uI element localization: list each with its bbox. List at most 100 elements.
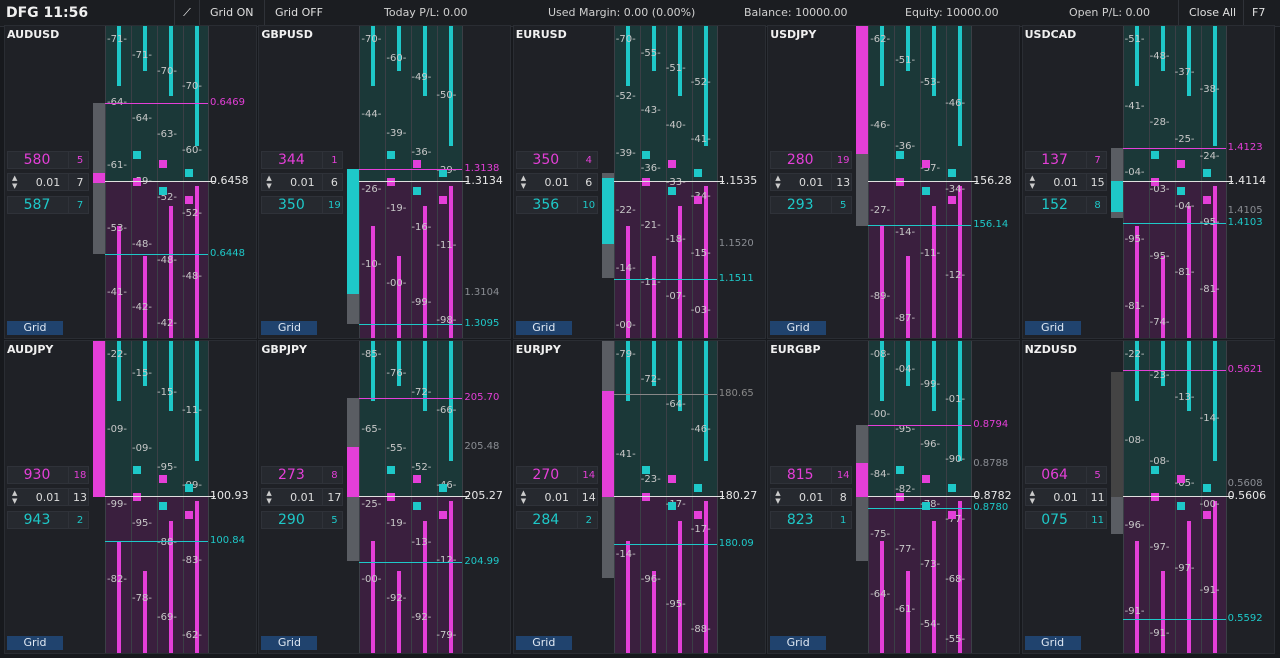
order-marker[interactable] [413,187,422,195]
up-down-arrows-icon[interactable]: ▲ ▼ [1030,489,1035,505]
order-marker[interactable] [948,511,957,519]
order-marker[interactable] [1202,484,1211,492]
order-marker[interactable] [159,160,167,168]
sell-button[interactable]: 344 1 [261,151,344,169]
lot-stepper[interactable]: ▲ ▼ 0.01 13 [770,173,853,191]
order-marker[interactable] [1202,169,1211,177]
order-marker[interactable] [693,484,702,492]
order-marker[interactable] [693,511,702,519]
buy-button[interactable]: 075 11 [1024,511,1107,529]
up-down-arrows-icon[interactable]: ▲ ▼ [266,489,271,505]
lot-stepper[interactable]: ▲ ▼ 0.01 6 [515,173,598,191]
order-marker[interactable] [159,187,167,195]
lot-stepper[interactable]: ▲ ▼ 0.01 7 [7,173,89,191]
sell-button[interactable]: 137 7 [1024,151,1107,169]
lot-stepper[interactable]: ▲ ▼ 0.01 17 [261,488,344,506]
order-marker[interactable] [133,151,141,159]
order-marker[interactable] [439,511,448,519]
buy-button[interactable]: 290 5 [261,511,344,529]
order-marker[interactable] [185,169,193,177]
order-marker[interactable] [922,187,931,195]
buy-button[interactable]: 293 5 [770,196,853,214]
order-marker[interactable] [159,475,167,483]
order-marker[interactable] [641,493,650,501]
order-marker[interactable] [1202,196,1211,204]
grid-button[interactable]: Grid [261,321,318,335]
order-marker[interactable] [667,160,676,168]
order-marker[interactable] [641,151,650,159]
order-marker[interactable] [413,160,422,168]
order-marker[interactable] [185,196,193,204]
order-marker[interactable] [1176,502,1185,510]
order-marker[interactable] [1150,151,1159,159]
grid-button[interactable]: Grid [7,321,63,335]
order-marker[interactable] [387,466,396,474]
up-down-arrows-icon[interactable]: ▲ ▼ [775,489,780,505]
pin-icon[interactable]: ⟋ [174,0,199,26]
grid-button[interactable]: Grid [770,321,827,335]
order-marker[interactable] [133,493,141,501]
grid-off-button[interactable]: Grid OFF [264,0,333,26]
f7-button[interactable]: F7 [1243,0,1273,26]
order-marker[interactable] [922,475,931,483]
buy-button[interactable]: 943 2 [7,511,89,529]
order-marker[interactable] [1150,178,1159,186]
buy-button[interactable]: 152 8 [1024,196,1107,214]
buy-button[interactable]: 587 7 [7,196,89,214]
grid-on-button[interactable]: Grid ON [199,0,263,26]
up-down-arrows-icon[interactable]: ▲ ▼ [521,174,526,190]
grid-button[interactable]: Grid [1024,321,1081,335]
sell-button[interactable]: 064 5 [1024,466,1107,484]
order-marker[interactable] [1176,475,1185,483]
order-marker[interactable] [439,484,448,492]
lot-stepper[interactable]: ▲ ▼ 0.01 8 [770,488,853,506]
order-marker[interactable] [922,160,931,168]
order-marker[interactable] [641,466,650,474]
order-marker[interactable] [133,178,141,186]
order-marker[interactable] [1150,466,1159,474]
sell-button[interactable]: 930 18 [7,466,89,484]
grid-button[interactable]: Grid [7,636,63,650]
up-down-arrows-icon[interactable]: ▲ ▼ [775,174,780,190]
order-marker[interactable] [641,178,650,186]
order-marker[interactable] [133,466,141,474]
lot-stepper[interactable]: ▲ ▼ 0.01 15 [1024,173,1107,191]
order-marker[interactable] [667,187,676,195]
order-marker[interactable] [1202,511,1211,519]
order-marker[interactable] [948,484,957,492]
close-all-button[interactable]: Close All [1178,0,1246,26]
order-marker[interactable] [185,484,193,492]
lot-stepper[interactable]: ▲ ▼ 0.01 14 [515,488,598,506]
up-down-arrows-icon[interactable]: ▲ ▼ [521,489,526,505]
order-marker[interactable] [667,502,676,510]
up-down-arrows-icon[interactable]: ▲ ▼ [12,174,17,190]
up-down-arrows-icon[interactable]: ▲ ▼ [266,174,271,190]
lot-stepper[interactable]: ▲ ▼ 0.01 11 [1024,488,1107,506]
order-marker[interactable] [387,178,396,186]
grid-button[interactable]: Grid [770,636,827,650]
order-marker[interactable] [693,169,702,177]
order-marker[interactable] [667,475,676,483]
lot-stepper[interactable]: ▲ ▼ 0.01 6 [261,173,344,191]
order-marker[interactable] [896,178,905,186]
order-marker[interactable] [948,169,957,177]
up-down-arrows-icon[interactable]: ▲ ▼ [12,489,17,505]
sell-button[interactable]: 270 14 [515,466,598,484]
order-marker[interactable] [948,196,957,204]
order-marker[interactable] [387,493,396,501]
buy-button[interactable]: 823 1 [770,511,853,529]
order-marker[interactable] [896,466,905,474]
grid-button[interactable]: Grid [515,321,572,335]
buy-button[interactable]: 356 10 [515,196,598,214]
lot-stepper[interactable]: ▲ ▼ 0.01 13 [7,488,89,506]
order-marker[interactable] [1150,493,1159,501]
order-marker[interactable] [896,493,905,501]
sell-button[interactable]: 273 8 [261,466,344,484]
sell-button[interactable]: 815 14 [770,466,853,484]
buy-button[interactable]: 284 2 [515,511,598,529]
grid-button[interactable]: Grid [515,636,572,650]
order-marker[interactable] [439,169,448,177]
order-marker[interactable] [693,196,702,204]
grid-button[interactable]: Grid [1024,636,1081,650]
grid-button[interactable]: Grid [261,636,318,650]
